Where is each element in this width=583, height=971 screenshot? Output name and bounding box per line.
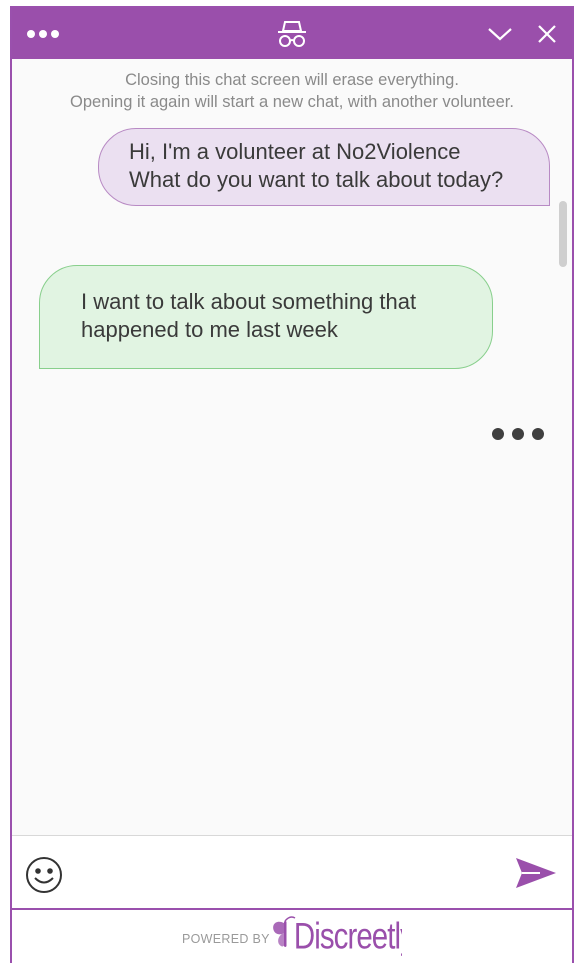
volunteer-message: Hi, I'm a volunteer at No2Violence What …	[98, 128, 550, 206]
discreetly-logo[interactable]: Discreetly	[270, 915, 416, 959]
smiley-icon[interactable]	[25, 856, 63, 894]
footer: POWERED BY Discreetly	[12, 908, 572, 963]
typing-dot	[492, 428, 504, 440]
incognito-icon	[270, 8, 314, 59]
close-icon[interactable]	[529, 8, 565, 59]
typing-dot	[512, 428, 524, 440]
more-dots-icon[interactable]	[20, 8, 66, 59]
user-message: I want to talk about something that happ…	[39, 265, 493, 369]
message-line: I want to talk about something that	[81, 289, 417, 314]
send-icon[interactable]	[514, 856, 558, 890]
message-line: happened to me last week	[81, 317, 338, 342]
message-input[interactable]	[76, 854, 500, 894]
typing-dot	[532, 428, 544, 440]
chat-header	[12, 8, 572, 59]
svg-text:Discreetly: Discreetly	[294, 916, 402, 957]
composer	[12, 835, 572, 909]
notice-line-1: Closing this chat screen will erase ever…	[125, 71, 459, 89]
chevron-down-icon[interactable]	[482, 8, 518, 59]
chat-window: Closing this chat screen will erase ever…	[10, 6, 574, 963]
chat-notice: Closing this chat screen will erase ever…	[12, 69, 572, 113]
notice-line-2: Opening it again will start a new chat, …	[70, 93, 514, 111]
message-line: What do you want to talk about today?	[129, 167, 504, 192]
message-line: Hi, I'm a volunteer at No2Violence	[129, 139, 461, 164]
typing-dots-icon	[492, 428, 544, 440]
powered-by-label: POWERED BY	[182, 932, 270, 946]
scrollbar[interactable]	[559, 201, 567, 267]
